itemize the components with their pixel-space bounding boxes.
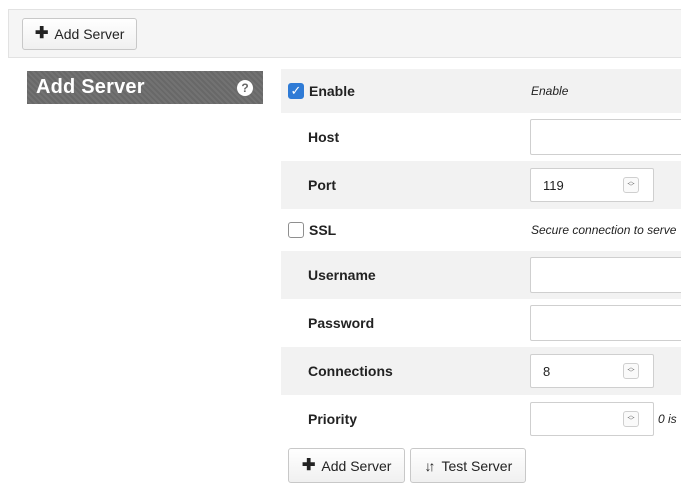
username-label: Username (308, 267, 376, 283)
priority-spinner-icon[interactable]: ︿ ﹀ (623, 411, 639, 427)
ssl-description: Secure connection to serve (531, 223, 677, 237)
add-server-label: Add Server (321, 457, 392, 474)
port-spinner-icon[interactable]: ︿ ﹀ (623, 177, 639, 193)
username-input[interactable] (530, 257, 681, 293)
enable-row: ✓ Enable Enable (281, 69, 681, 113)
connections-label: Connections (308, 363, 393, 379)
port-row: Port 119 ︿ ﹀ (281, 161, 681, 209)
ssl-checkbox[interactable] (288, 222, 304, 238)
panel-title: Add Server (36, 76, 145, 98)
form-actions: ✚ Add Server ↓↑ Test Server (288, 448, 527, 483)
server-form: ✓ Enable Enable Host Port 119 ︿ ﹀ SSL Sec… (281, 69, 681, 443)
plus-icon: ✚ (302, 456, 316, 474)
connections-value: 8 (543, 363, 551, 379)
sort-arrows-icon: ↓↑ (424, 457, 435, 474)
port-value: 119 (543, 177, 564, 193)
connections-spinner-icon[interactable]: ︿ ﹀ (623, 363, 639, 379)
enable-description: Enable (531, 84, 569, 98)
host-row: Host (281, 113, 681, 161)
password-input[interactable] (530, 305, 681, 341)
test-server-label: Test Server (441, 457, 513, 474)
priority-note: 0 is (658, 412, 677, 426)
plus-icon: ✚ (35, 25, 49, 42)
host-input[interactable] (530, 119, 681, 155)
priority-row: Priority ︿ ﹀ 0 is (281, 395, 681, 443)
connections-row: Connections 8 ︿ ﹀ (281, 347, 681, 395)
host-label: Host (308, 129, 340, 145)
top-toolbar: ✚ Add Server (8, 9, 681, 58)
toolbar-add-server-label: Add Server (54, 26, 125, 42)
connections-input[interactable]: 8 ︿ ﹀ (530, 354, 654, 388)
enable-label: Enable (309, 83, 355, 99)
password-label: Password (308, 315, 375, 331)
port-label: Port (308, 177, 336, 193)
enable-checkbox[interactable]: ✓ (288, 83, 304, 99)
password-row: Password (281, 299, 681, 347)
username-row: Username (281, 251, 681, 299)
question-circle-icon[interactable]: ? (237, 79, 253, 96)
add-server-button[interactable]: ✚ Add Server (288, 448, 406, 483)
test-server-button[interactable]: ↓↑ Test Server (410, 448, 527, 483)
panel-header: Add Server ? (27, 71, 263, 104)
priority-input[interactable]: ︿ ﹀ (530, 402, 654, 436)
ssl-row: SSL Secure connection to serve (281, 209, 681, 251)
port-input[interactable]: 119 ︿ ﹀ (530, 168, 654, 202)
priority-label: Priority (308, 411, 358, 427)
toolbar-add-server-button[interactable]: ✚ Add Server (22, 18, 138, 50)
ssl-label: SSL (309, 222, 337, 238)
